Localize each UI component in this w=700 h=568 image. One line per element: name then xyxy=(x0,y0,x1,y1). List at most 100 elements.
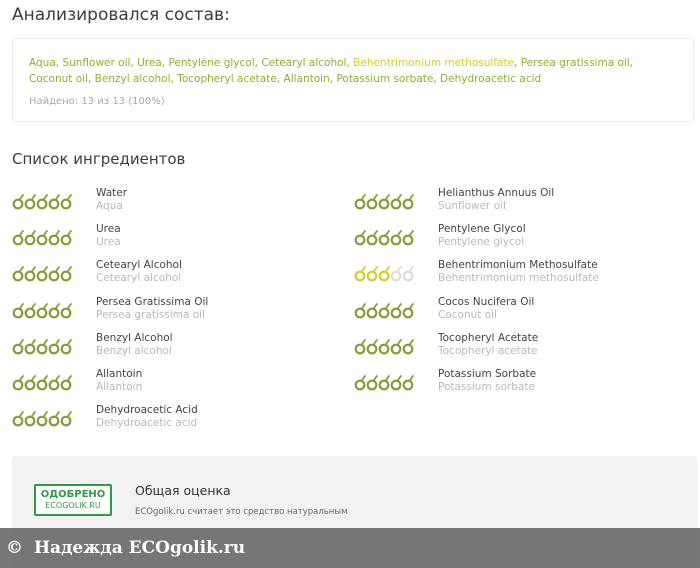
ingredient-name: Potassium Sorbate xyxy=(438,368,537,380)
safety-rating-icon xyxy=(12,230,72,246)
rating-drop-stem xyxy=(372,230,378,238)
stamp-line-1: ОДОБРЕНО xyxy=(40,489,106,500)
rating-drop-stem xyxy=(384,266,390,274)
rating-drop-on xyxy=(12,379,24,391)
rating-drop-on xyxy=(390,379,402,391)
composition-ingredient[interactable]: Behentrimonium methosulfate xyxy=(353,57,514,69)
rating-drop-on xyxy=(378,234,390,246)
composition-ingredient[interactable]: Dehydroacetic acid xyxy=(440,73,541,85)
rating-drop-stem xyxy=(54,230,60,238)
ingredient-name: Dehydroacetic Acid xyxy=(96,404,198,417)
rating-drop-stem xyxy=(66,194,72,201)
ingredient-item[interactable]: Persea Gratissima Oil Persea gratissima o… xyxy=(12,296,332,326)
rating-drop-stem xyxy=(408,194,414,201)
rating-drop-stem xyxy=(42,338,48,346)
ingredient-common-name: Sunflower oil xyxy=(438,200,506,212)
rating-drop-stem xyxy=(42,194,48,201)
ingredient-common-name: Pentylene glycol xyxy=(438,236,525,249)
rating-drop-stem xyxy=(384,375,390,382)
rating-drop-stem xyxy=(372,375,378,382)
ingredient-item[interactable]: Cetearyl Alcohol Cetearyl alcohol xyxy=(12,259,332,289)
composition-ingredient[interactable]: Potassium sorbate xyxy=(336,73,433,85)
rating-drop-stem xyxy=(360,266,366,274)
watermark-caption: Надежда ECOgolik.ru xyxy=(34,538,246,558)
safety-rating-icon xyxy=(354,302,414,319)
rating-drop-on xyxy=(24,307,36,318)
rating-drop-on xyxy=(402,379,414,391)
rating-drop-stem xyxy=(360,375,366,382)
composition-ingredient[interactable]: Tocopheryl acetate xyxy=(177,73,277,85)
ingredient-common-name: Cetearyl alcohol xyxy=(96,272,182,285)
composition-ingredient[interactable]: Coconut oil xyxy=(29,73,88,85)
ingredient-common-name: Urea xyxy=(96,236,121,249)
safety-rating-icon xyxy=(12,302,72,319)
rating-drop-on xyxy=(60,234,72,246)
rating-drop-off xyxy=(390,270,402,282)
stamp-line-2: ECOGOLIK.RU xyxy=(45,501,101,510)
composition-ingredient[interactable]: Benzyl alcohol xyxy=(95,73,171,85)
ingredient-name: Water xyxy=(96,187,128,199)
ingredient-name: Allantoin xyxy=(96,368,143,380)
rating-drop-stem xyxy=(396,266,402,274)
rating-drop-on xyxy=(390,343,402,355)
analysis-title: Анализировался состав: xyxy=(12,5,230,25)
ingredient-name: Pentylene Glycol xyxy=(438,223,526,236)
rating-drop-on xyxy=(36,379,48,391)
rating-drop-on xyxy=(402,234,414,246)
composition-ingredient[interactable]: Allantoin xyxy=(284,73,330,85)
ingredient-item[interactable]: Cocos Nucifera Oil Coconut oil xyxy=(354,296,674,326)
rating-drop-stem xyxy=(360,302,366,310)
rating-drop-on xyxy=(48,234,60,246)
rating-drop-stem xyxy=(396,375,402,382)
ingredient-name: Cetearyl Alcohol xyxy=(96,259,182,272)
ingredient-item[interactable]: Allantoin Allantoin xyxy=(12,368,332,398)
rating-drop-on xyxy=(36,343,48,355)
ingredient-item[interactable]: Tocopheryl Acetate Tocopheryl acetate xyxy=(354,332,674,362)
safety-rating-icon xyxy=(12,194,72,210)
composition-ingredient[interactable]: Persea gratissima oil xyxy=(521,57,630,69)
rating-drop-on xyxy=(60,307,72,318)
safety-rating-icon xyxy=(354,230,414,246)
rating-drop-stem xyxy=(66,375,72,382)
rating-drop-on xyxy=(390,307,402,318)
ingredient-name: Helianthus Annuus Oil xyxy=(438,187,555,199)
found-count: Найдено: 13 из 13 (100%) xyxy=(29,96,165,107)
rating-drop-on xyxy=(36,415,48,427)
ingredient-item[interactable]: Water Aqua xyxy=(12,187,332,217)
composition-ingredient[interactable]: Aqua xyxy=(29,57,56,69)
rating-drop-on xyxy=(12,343,24,355)
rating-drop-stem xyxy=(54,411,60,419)
rating-drop-stem xyxy=(42,302,48,310)
safety-rating-icon xyxy=(12,411,72,427)
composition-ingredient[interactable]: Cetearyl alcohol xyxy=(261,57,346,69)
rating-drop-on xyxy=(366,234,378,246)
ingredient-item[interactable]: Potassium Sorbate Potassium sorbate xyxy=(354,368,674,398)
composition-ingredient[interactable]: Sunflower oil xyxy=(62,57,130,69)
ingredient-item[interactable]: Helianthus Annuus Oil Sunflower oil xyxy=(354,187,674,217)
rating-drop-stem xyxy=(372,194,378,201)
rating-drop-on xyxy=(48,270,60,282)
safety-rating-icon xyxy=(354,266,414,282)
rating-drop-stem xyxy=(66,266,72,274)
composition-ingredient[interactable]: Urea xyxy=(137,57,162,69)
rating-drop-on xyxy=(354,270,366,282)
ingredient-name: Persea Gratissima Oil xyxy=(96,295,209,308)
rating-drop-on xyxy=(378,343,390,355)
rating-drop-on xyxy=(354,379,366,391)
rating-drop-stem xyxy=(30,411,36,419)
rating-drop-stem xyxy=(360,338,366,346)
rating-drop-stem xyxy=(408,302,414,310)
ingredient-common-name: Benzyl alcohol xyxy=(96,344,172,357)
ingredient-common-name: Potassium sorbate xyxy=(438,381,535,393)
approved-stamp: ОДОБРЕНО ECOGOLIK.RU xyxy=(34,484,112,516)
ingredient-item[interactable]: Pentylene Glycol Pentylene glycol xyxy=(354,223,674,253)
rating-drop-stem xyxy=(396,194,402,201)
composition-ingredient[interactable]: Pentylene glycol xyxy=(168,57,254,69)
ingredient-item[interactable]: Urea Urea xyxy=(12,223,332,253)
ingredient-item[interactable]: Dehydroacetic Acid Dehydroacetic acid xyxy=(12,404,332,434)
ingredient-item[interactable]: Benzyl Alcohol Benzyl alcohol xyxy=(12,332,332,362)
ingredient-item[interactable]: Behentrimonium Methosulfate Behentrimoniu… xyxy=(354,259,674,289)
rating-drop-stem xyxy=(408,375,414,382)
rating-drop-stem xyxy=(18,375,24,382)
rating-drop-stem xyxy=(396,230,402,238)
